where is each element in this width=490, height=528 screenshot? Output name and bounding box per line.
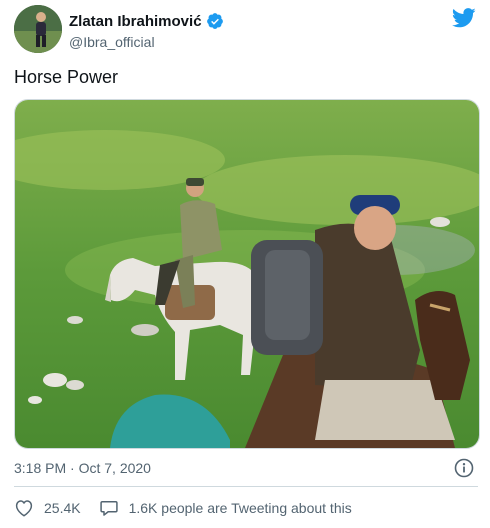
like-count: 25.4K bbox=[44, 500, 81, 516]
like-button[interactable]: 25.4K bbox=[14, 499, 81, 517]
display-name[interactable]: Zlatan Ibrahimović bbox=[69, 13, 202, 30]
user-handle[interactable]: @Ibra_official bbox=[69, 34, 224, 50]
conversation-text: 1.6K people are Tweeting about this bbox=[128, 500, 352, 516]
tweet-card: Zlatan Ibrahimović @Ibra_official Horse … bbox=[0, 0, 490, 528]
divider bbox=[14, 486, 478, 487]
avatar[interactable] bbox=[14, 5, 62, 53]
tweet-text: Horse Power bbox=[14, 67, 119, 87]
heart-icon bbox=[15, 500, 33, 517]
tweet-timestamp[interactable]: 3:18 PM · Oct 7, 2020 bbox=[14, 460, 151, 476]
speech-bubble-icon bbox=[99, 501, 118, 516]
tweet-photo[interactable] bbox=[14, 99, 480, 449]
info-icon[interactable] bbox=[454, 458, 474, 478]
tweet-actions: 25.4K 1.6K people are Tweeting about thi… bbox=[14, 497, 478, 519]
conversation-link[interactable]: 1.6K people are Tweeting about this bbox=[99, 498, 352, 518]
tweet-meta: 3:18 PM · Oct 7, 2020 bbox=[14, 458, 478, 478]
verified-badge-icon bbox=[206, 12, 224, 30]
user-names: Zlatan Ibrahimović @Ibra_official bbox=[69, 11, 224, 50]
tweet-header: Zlatan Ibrahimović @Ibra_official bbox=[14, 5, 478, 55]
twitter-bird-icon[interactable] bbox=[451, 7, 476, 29]
